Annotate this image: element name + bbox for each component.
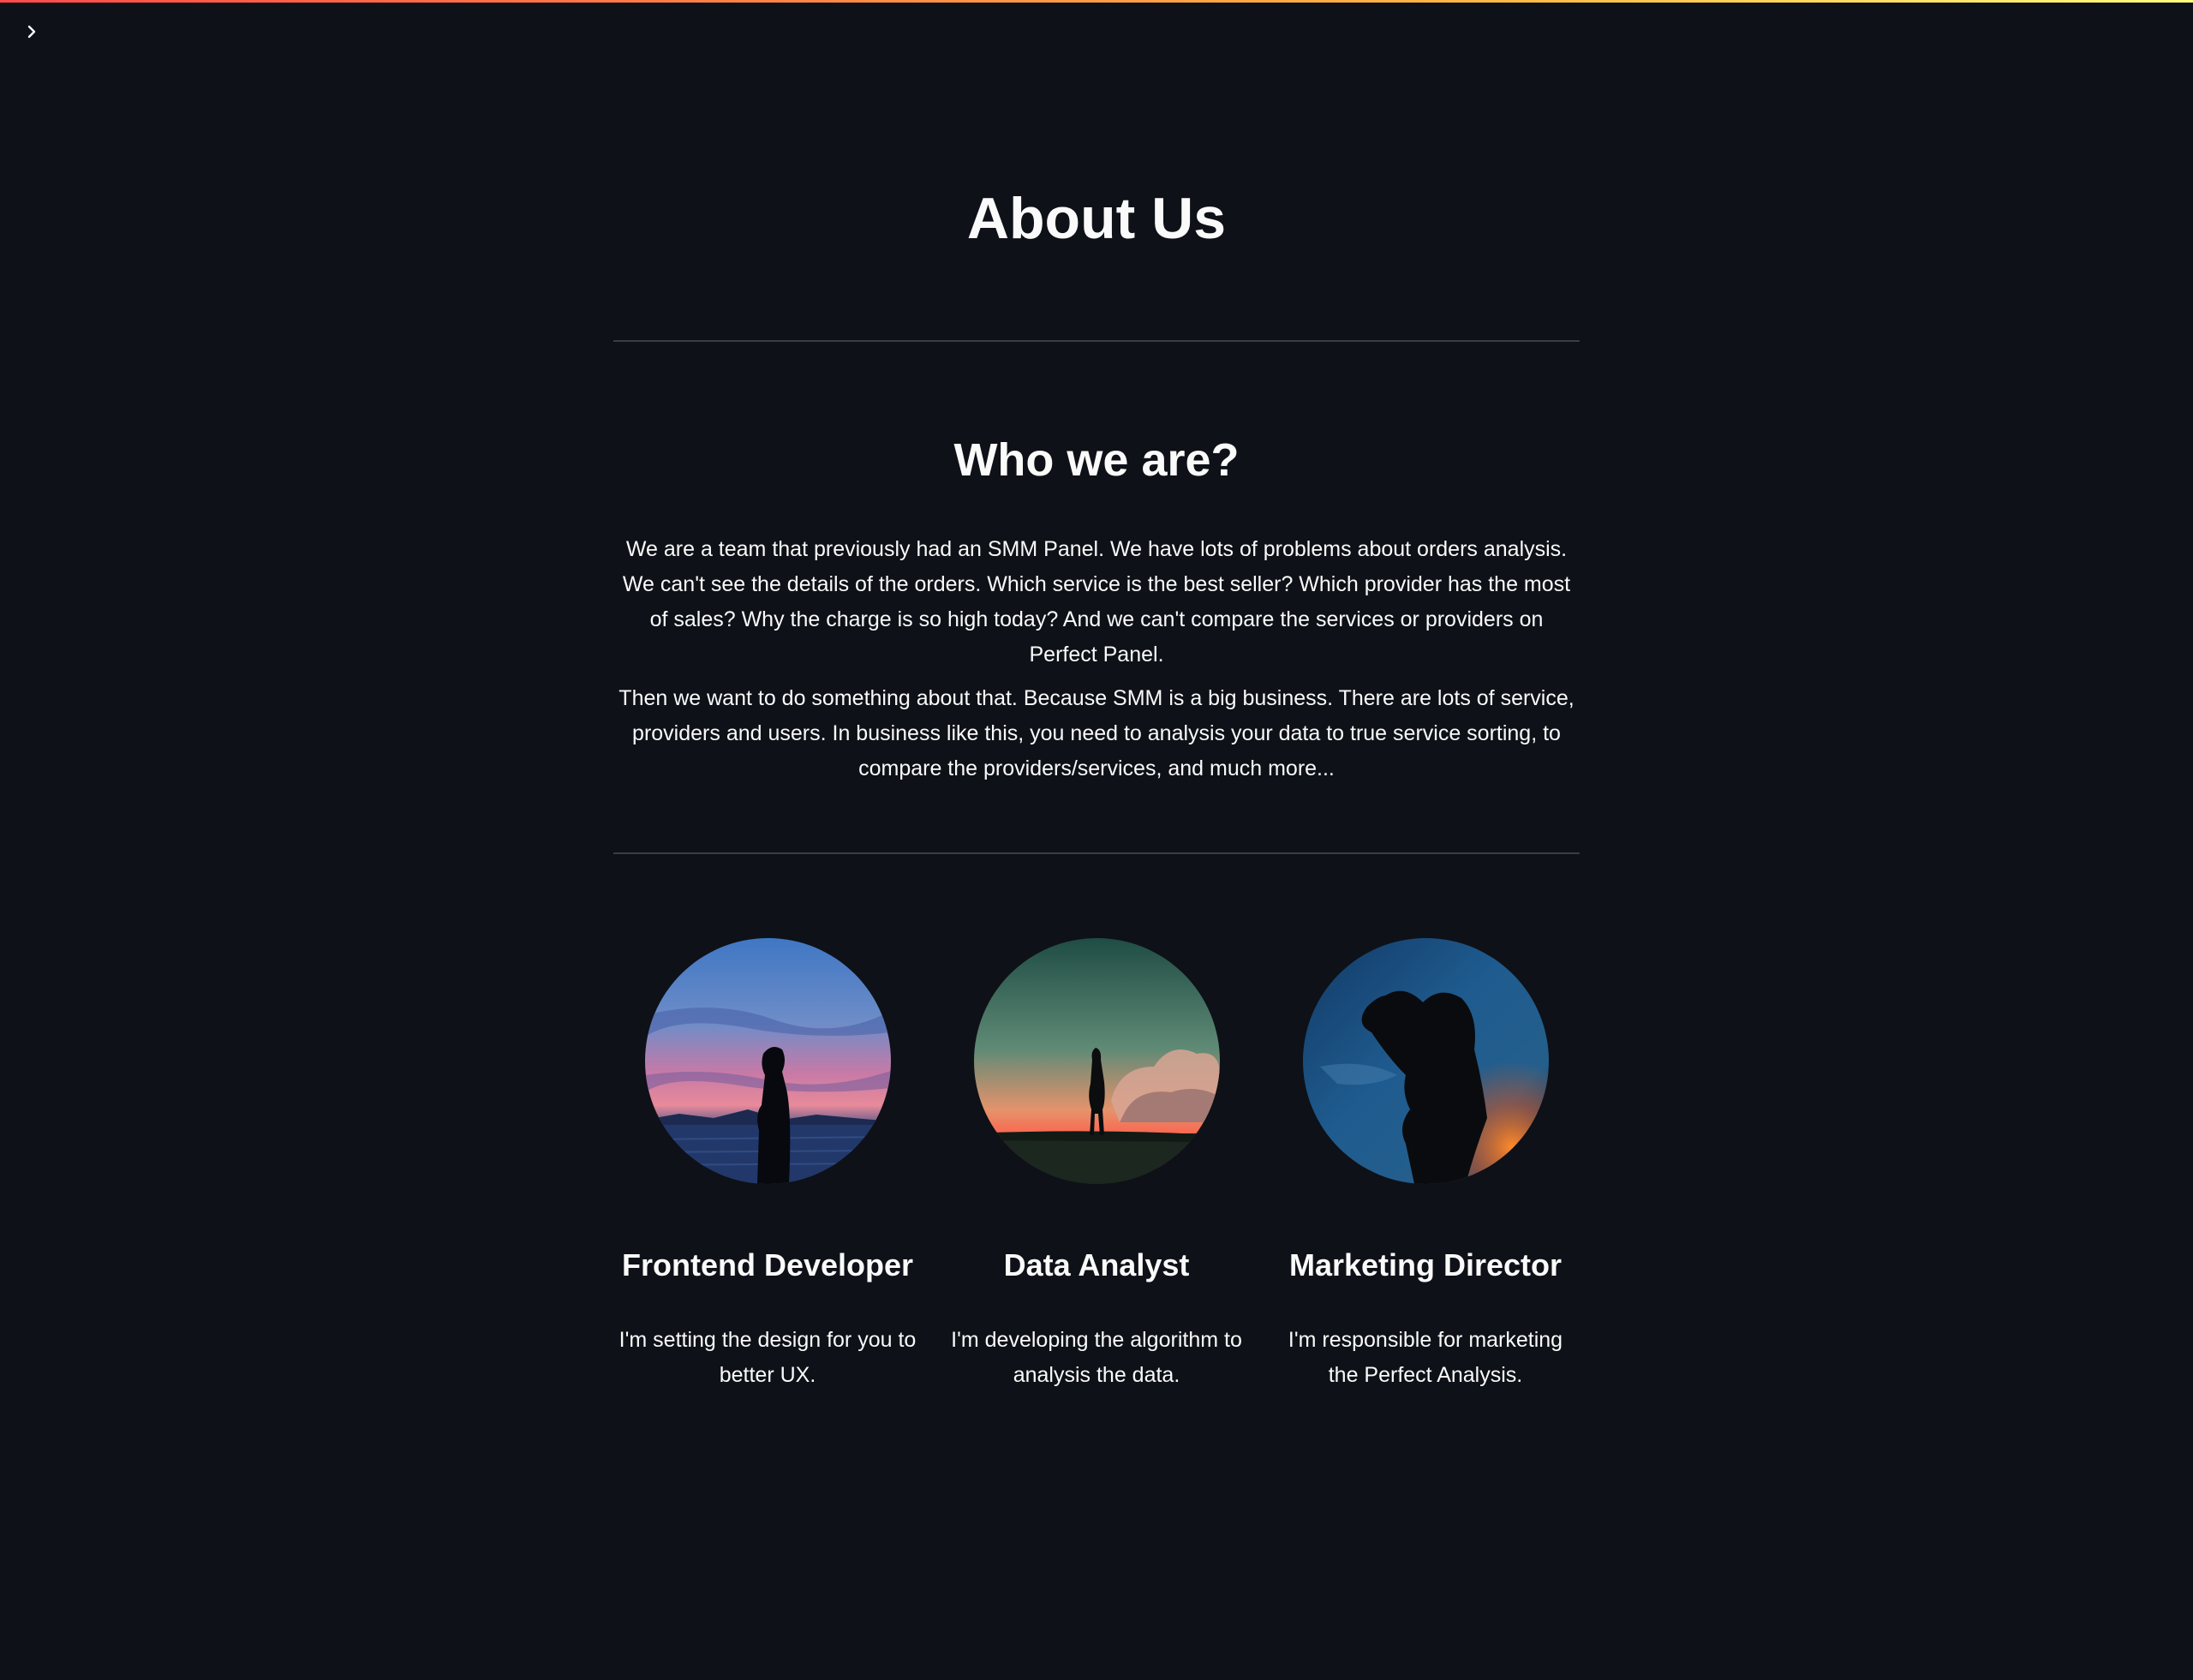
team-member-card: Data Analyst I'm developing the algorith… [942,938,1251,1393]
team-member-card: Marketing Director I'm responsible for m… [1271,938,1580,1393]
team-grid: Frontend Developer I'm setting the desig… [613,938,1580,1393]
chevron-right-icon [27,25,36,39]
page-title: About Us [966,186,1227,251]
member-role: Data Analyst [1003,1247,1190,1282]
team-member-card: Frontend Developer I'm setting the desig… [613,938,922,1393]
divider [613,852,1580,854]
member-bio: I'm responsible for marketing the Perfec… [1288,1328,1563,1387]
about-paragraph: Then we want to do something about that.… [618,686,1575,780]
avatar [973,938,1220,1184]
member-bio: I'm developing the algorithm to analysis… [951,1328,1242,1387]
member-bio: I'm setting the design for you to better… [618,1328,917,1387]
avatar [644,938,891,1184]
member-role: Frontend Developer [621,1247,914,1282]
avatar [1302,938,1549,1184]
top-decoration-bar [0,0,2193,3]
sidebar-toggle-button[interactable] [19,19,45,45]
member-role: Marketing Director [1288,1247,1563,1282]
divider [613,340,1580,342]
section-title: Who we are? [953,434,1240,486]
about-paragraph: We are a team that previously had an SMM… [622,537,1571,667]
